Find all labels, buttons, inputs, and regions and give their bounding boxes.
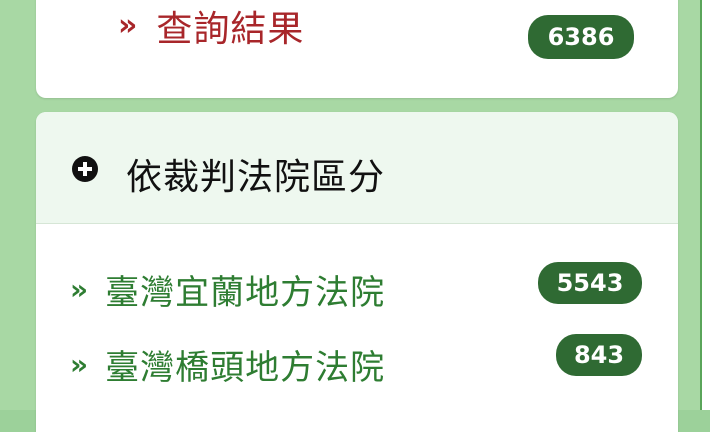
court-item[interactable]: » 臺灣橋頭地方法院 bbox=[70, 340, 385, 389]
court-item-label: 臺灣宜蘭地方法院 bbox=[105, 273, 386, 313]
court-filter-card: 依裁判法院區分 » 臺灣宜蘭地方法院 5543 » 臺灣橋頭地方法院 843 bbox=[36, 112, 678, 432]
court-filter-header[interactable]: 依裁判法院區分 bbox=[36, 112, 678, 224]
plus-circle-icon bbox=[72, 156, 98, 182]
scrollbar-edge bbox=[700, 0, 710, 410]
double-chevron-right-icon: » bbox=[70, 272, 90, 306]
sidebar-panel: » 查詢結果 6386 依裁判法院區分 » 臺灣宜蘭地方法院 5543 » 臺灣… bbox=[0, 0, 700, 432]
court-count-badge: 843 bbox=[556, 334, 642, 376]
double-chevron-right-icon: » bbox=[70, 347, 90, 381]
results-card: » 查詢結果 6386 bbox=[36, 0, 678, 98]
results-count-badge: 6386 bbox=[528, 15, 634, 59]
court-count-badge: 5543 bbox=[538, 262, 642, 304]
court-item[interactable]: » 臺灣宜蘭地方法院 bbox=[70, 265, 385, 314]
results-link[interactable]: » 查詢結果 bbox=[118, 0, 304, 52]
court-item-label: 臺灣橋頭地方法院 bbox=[105, 348, 386, 388]
results-label: 查詢結果 bbox=[156, 9, 305, 50]
double-chevron-right-icon: » bbox=[118, 8, 139, 43]
court-filter-title: 依裁判法院區分 bbox=[126, 157, 386, 198]
